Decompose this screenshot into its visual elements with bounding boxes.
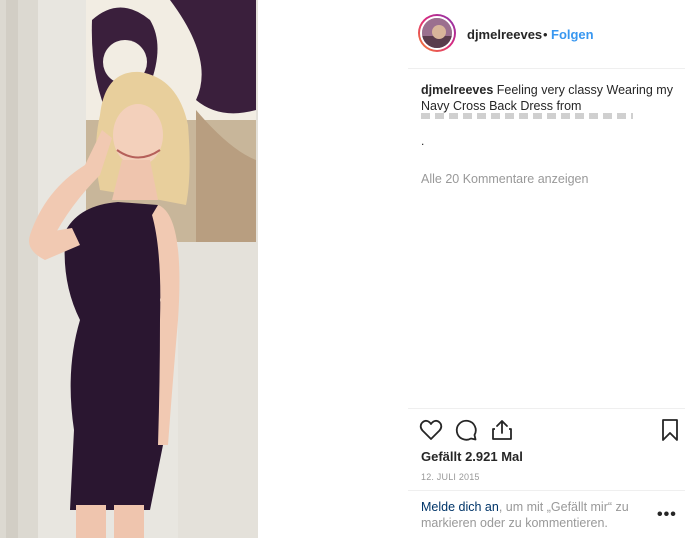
post-date[interactable]: 12. JULI 2015	[421, 472, 480, 482]
share-icon[interactable]	[490, 418, 514, 442]
bookmark-icon[interactable]	[658, 418, 682, 442]
post-header: djmelreeves • Folgen	[408, 0, 685, 69]
avatar[interactable]	[418, 14, 456, 52]
caption-truncated-line	[421, 113, 633, 119]
post-caption: djmelreeves Feeling very classy Wearing …	[421, 82, 683, 114]
caption-period: .	[421, 134, 425, 148]
post-photo-illustration	[0, 0, 258, 538]
login-divider	[408, 490, 685, 491]
username-link[interactable]: djmelreeves	[467, 27, 542, 42]
login-prompt: Melde dich an, um mit „Gefällt mir“ zu m…	[421, 499, 661, 531]
heart-icon[interactable]	[419, 418, 443, 442]
post-photo[interactable]	[0, 0, 258, 538]
more-options-icon[interactable]: •••	[657, 506, 677, 524]
follow-button[interactable]: Folgen	[551, 27, 594, 42]
comment-icon[interactable]	[454, 418, 478, 442]
likes-count[interactable]: Gefällt 2.921 Mal	[421, 449, 523, 464]
avatar-image	[420, 16, 454, 50]
login-link[interactable]: Melde dich an	[421, 500, 499, 514]
separator-dot: •	[543, 27, 548, 42]
post-sidebar: djmelreeves • Folgen djmelreeves Feeling…	[408, 0, 685, 538]
view-all-comments-link[interactable]: Alle 20 Kommentare anzeigen	[421, 172, 588, 186]
actions-divider	[408, 408, 685, 409]
caption-username-link[interactable]: djmelreeves	[421, 83, 493, 97]
